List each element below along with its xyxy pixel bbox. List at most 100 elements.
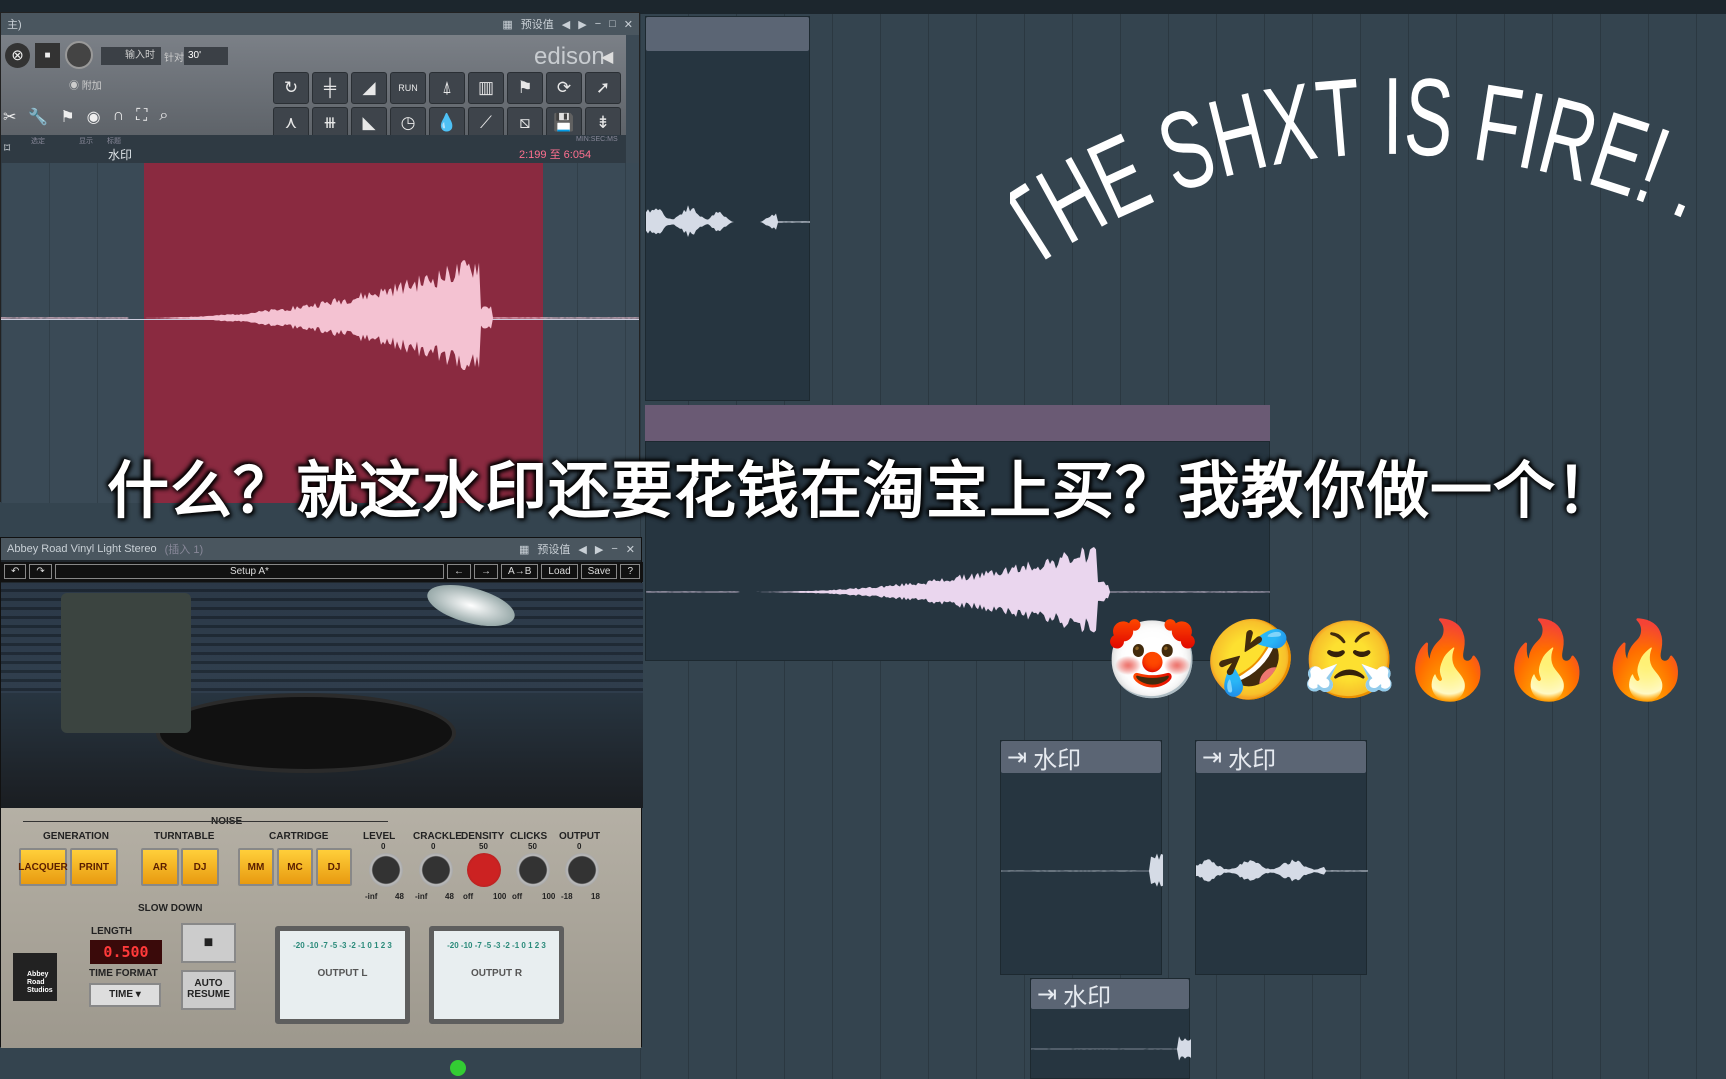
input-value-field[interactable]: 30'	[184, 47, 228, 65]
slow-down-label: SLOW DOWN	[138, 903, 203, 914]
vinyl-record	[156, 693, 456, 773]
clip-icon: ⇥	[1202, 743, 1223, 771]
minimize-icon[interactable]: −	[611, 543, 617, 555]
clip-header[interactable]	[646, 17, 809, 51]
knob-min: off	[512, 892, 523, 901]
turntable-dj-button[interactable]: DJ	[181, 848, 219, 886]
loop-icon[interactable]: ⊗	[5, 43, 30, 68]
knob-top-value: 0	[431, 842, 436, 851]
loop-icon[interactable]: ⟳	[546, 72, 582, 104]
edison-window: 主) ▦ 预设值 ◀ ▶ − □ ✕ ⊗ ■ 输入时 针对 30' ◉ 附加 ✂ 🔧 ⚑ ◉…	[0, 12, 640, 503]
clip-icon: ⇥	[1007, 743, 1028, 771]
add-marker-icon[interactable]: ⚑	[507, 72, 543, 104]
minimize-icon[interactable]: −	[595, 18, 601, 30]
eye-icon[interactable]: ◉	[87, 107, 101, 127]
auto-resume-button[interactable]: AUTO RESUME	[181, 970, 236, 1010]
preset-label[interactable]: 预设值	[537, 541, 570, 557]
slow-down-stop-button[interactable]: ■	[181, 923, 236, 963]
playlist-clip-2[interactable]: ⇥ 水印	[1195, 740, 1368, 975]
preset-label[interactable]: 预设值	[521, 16, 554, 32]
plugin-title: Abbey Road Vinyl Light Stereo	[7, 543, 157, 555]
print-button[interactable]: PRINT	[70, 848, 118, 886]
density-knob[interactable]	[467, 853, 501, 887]
knob-max: 100	[493, 892, 507, 901]
close-icon[interactable]: ✕	[626, 543, 635, 556]
rocket-icon[interactable]: ⍋	[429, 72, 465, 104]
time-format-select[interactable]: TIME ▾	[89, 983, 161, 1007]
mc-button[interactable]: MC	[277, 848, 313, 886]
output-l-meter: -20 -10 -7 -5 -3 -2 -1 0 1 2 3 OUTPUT L	[275, 926, 410, 1024]
fullscreen-icon[interactable]: ⛶	[136, 107, 147, 127]
ar-button[interactable]: AR	[141, 848, 179, 886]
wrench-icon[interactable]: 🔧	[28, 107, 48, 127]
knob-label: CRACKLE	[413, 831, 462, 842]
svg-text:THE SHXT IS FIRE! .: THE SHXT IS FIRE! .	[1010, 60, 1725, 290]
input-label: 针对	[164, 53, 184, 64]
window-title: 主)	[7, 19, 22, 31]
playlist-clip-1[interactable]: ⇥ 水印	[1000, 740, 1163, 975]
knob-min: -inf	[415, 892, 428, 901]
prev-button[interactable]: ←	[447, 564, 472, 579]
edison-titlebar[interactable]: 主) ▦ 预设值 ◀ ▶ − □ ✕	[1, 13, 639, 35]
time-format-label: TIME FORMAT	[89, 968, 158, 979]
speaker-icon[interactable]: ◀	[601, 47, 613, 67]
level-knob[interactable]	[369, 853, 403, 887]
lacquer-button[interactable]: LACQUER	[18, 848, 68, 886]
save-button[interactable]: Save	[580, 564, 618, 579]
next-preset-icon[interactable]: ▶	[595, 543, 603, 556]
output-knob[interactable]	[565, 853, 599, 887]
knob-label: DENSITY	[461, 831, 505, 842]
plugin-titlebar[interactable]: Abbey Road Vinyl Light Stereo (插入 1) ▦ 预设…	[1, 538, 641, 560]
emoji-row: 🤡🤣😤🔥🔥🔥	[1105, 618, 1697, 703]
grid-icon[interactable]: ▦	[519, 543, 529, 556]
playlist-clip-top[interactable]	[645, 16, 810, 401]
clicks-knob[interactable]	[516, 853, 550, 887]
crop-icon[interactable]: ⌑	[4, 141, 10, 155]
undo-button[interactable]: ↶	[4, 564, 27, 579]
clip-label: 水印	[1063, 983, 1112, 1011]
refresh-icon[interactable]: ↻	[273, 72, 309, 104]
help-button[interactable]: ?	[620, 564, 640, 579]
edison-toolbar: ⊗ ■ 输入时 针对 30' ◉ 附加 ✂ 🔧 ⚑ ◉ ∩ ⛶ ⌕ edison ◀ ↻ ╪ ◢…	[1, 35, 626, 139]
knob-max: 48	[445, 892, 454, 901]
next-preset-icon[interactable]: ▶	[578, 18, 586, 31]
scissors-icon[interactable]: ✂	[3, 107, 16, 127]
zoom-icon[interactable]: ⌕	[159, 107, 168, 127]
knob-top-value: 50	[528, 842, 537, 851]
knob-label: OUTPUT	[559, 831, 601, 842]
run-icon[interactable]: RUN	[390, 72, 426, 104]
info-label: 选定	[31, 138, 45, 145]
cartridge-dj-button[interactable]: DJ	[316, 848, 352, 886]
ab-button[interactable]: A→B	[501, 564, 539, 579]
stop-button[interactable]: ■	[35, 43, 60, 68]
preset-name-field[interactable]: Setup A*	[54, 564, 445, 579]
fade-in-icon[interactable]: ◢	[351, 72, 387, 104]
knob-max: 48	[395, 892, 404, 901]
length-label: LENGTH	[91, 926, 133, 937]
close-icon[interactable]: ✕	[624, 18, 633, 31]
mm-button[interactable]: MM	[238, 848, 274, 886]
spectrum-icon[interactable]: ▥	[468, 72, 504, 104]
knob-top-value: 0	[381, 842, 386, 851]
marker-icon[interactable]: ⚑	[60, 107, 74, 127]
length-display[interactable]: 0.500	[90, 940, 162, 964]
crackle-knob[interactable]	[419, 853, 453, 887]
knob-min: -18	[561, 892, 573, 901]
slogan-text: THE SHXT IS FIRE! .	[1010, 60, 1725, 290]
prev-preset-icon[interactable]: ◀	[578, 543, 586, 556]
clip-waveform	[1031, 1036, 1191, 1061]
grid-icon[interactable]: ▦	[502, 18, 512, 31]
redo-button[interactable]: ↷	[29, 564, 52, 579]
purple-clip-bar[interactable]	[645, 405, 1270, 441]
trim-icon[interactable]: ╪	[312, 72, 348, 104]
load-button[interactable]: Load	[541, 564, 578, 579]
select-icon[interactable]: ➚	[585, 72, 621, 104]
input-mode-select[interactable]: 输入时	[101, 47, 161, 65]
next-button[interactable]: →	[474, 564, 499, 579]
prev-preset-icon[interactable]: ◀	[562, 18, 570, 31]
maximize-icon[interactable]: □	[609, 18, 616, 30]
magnet-icon[interactable]: ∩	[113, 107, 125, 127]
playlist-clip-3[interactable]: ⇥ 水印	[1030, 978, 1191, 1079]
record-button[interactable]	[65, 41, 93, 69]
append-radio[interactable]: ◉ 附加	[69, 77, 102, 92]
